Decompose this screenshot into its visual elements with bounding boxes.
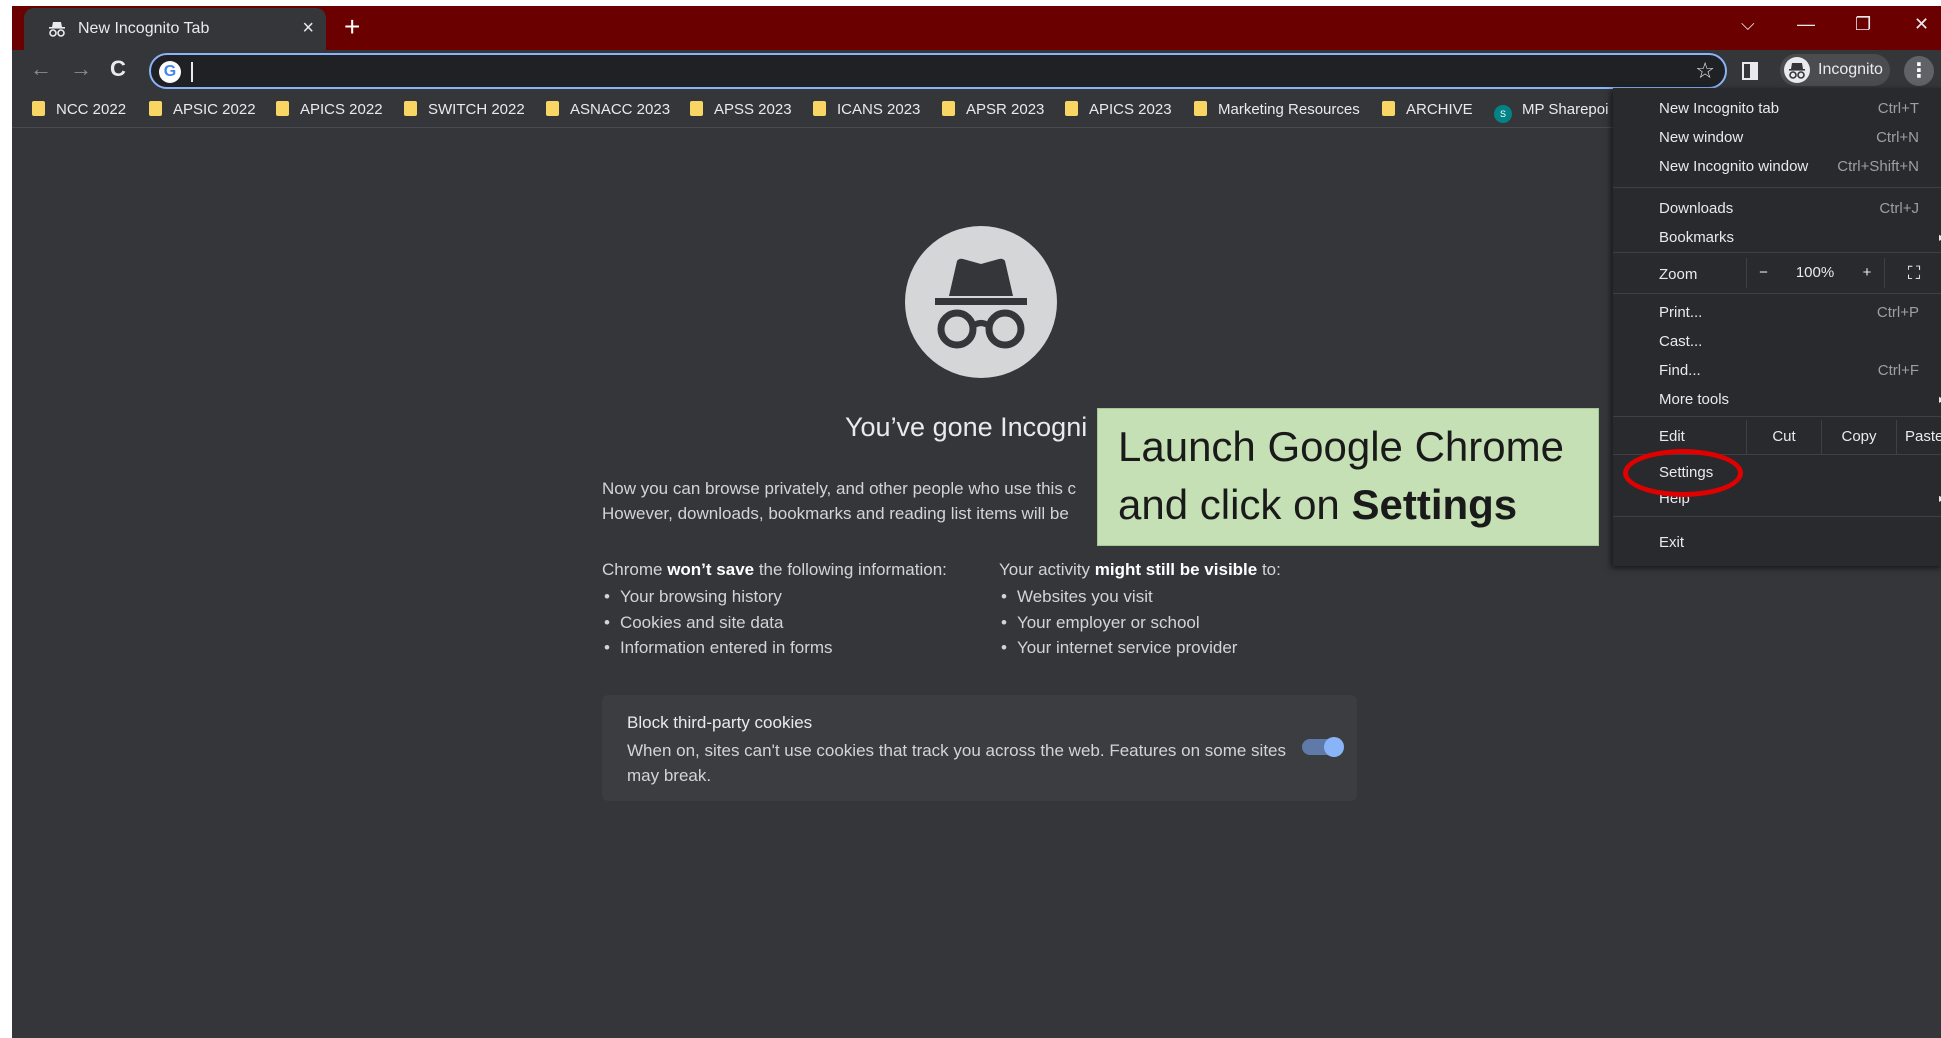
menu-separator bbox=[1613, 252, 1941, 253]
zoom-out-button[interactable]: − bbox=[1746, 258, 1780, 288]
folder-icon bbox=[149, 101, 162, 116]
fullscreen-icon[interactable]: ⛶ bbox=[1884, 258, 1941, 288]
folder-icon bbox=[690, 101, 703, 116]
reload-icon[interactable]: C bbox=[110, 56, 126, 82]
folder-icon bbox=[32, 101, 45, 116]
menu-separator bbox=[1613, 416, 1941, 417]
forward-arrow-icon[interactable]: → bbox=[70, 56, 92, 82]
text-caret bbox=[191, 62, 193, 82]
callout-line-1: Launch Google Chrome bbox=[1118, 423, 1564, 470]
bookmark-item[interactable]: APSS 2023 bbox=[690, 101, 792, 118]
tab-search-icon[interactable]: ⌵ bbox=[1741, 14, 1755, 35]
list-item: Websites you visit bbox=[999, 587, 1237, 613]
close-window-icon[interactable]: ✕ bbox=[1914, 14, 1929, 35]
address-bar[interactable]: G ☆ bbox=[149, 53, 1727, 89]
cookies-title: Block third-party cookies bbox=[627, 713, 813, 732]
folder-icon bbox=[813, 101, 826, 116]
sharepoint-icon: S bbox=[1494, 105, 1512, 123]
bookmark-star-icon[interactable]: ☆ bbox=[1695, 58, 1715, 84]
bookmark-item[interactable]: SWITCH 2022 bbox=[404, 101, 525, 118]
toolbar: ← → C G ☆ Incognito ⋮ bbox=[12, 50, 1941, 92]
tab-title: New Incognito Tab bbox=[78, 20, 210, 37]
bookmark-item[interactable]: ARCHIVE bbox=[1382, 101, 1473, 118]
copy-button[interactable]: Copy bbox=[1821, 420, 1896, 454]
side-panel-icon[interactable] bbox=[1742, 62, 1758, 80]
tab-close-icon[interactable]: × bbox=[302, 17, 314, 40]
paste-button[interactable]: Paste bbox=[1896, 420, 1941, 454]
list-item: Your internet service provider bbox=[999, 638, 1238, 664]
bookmark-item[interactable]: APICS 2023 bbox=[1065, 101, 1172, 118]
menu-separator bbox=[1613, 187, 1941, 188]
folder-icon bbox=[1194, 101, 1207, 116]
instruction-callout: Launch Google Chrome and click on Settin… bbox=[1097, 408, 1599, 546]
block-cookies-toggle[interactable] bbox=[1302, 737, 1344, 757]
list-item: Cookies and site data bbox=[602, 613, 833, 639]
screenshot-stage: New Incognito Tab × + ⌵ — ❐ ✕ ← → C G ☆ bbox=[0, 0, 1941, 1038]
zoom-in-button[interactable]: + bbox=[1850, 258, 1884, 288]
menu-separator bbox=[1613, 293, 1941, 294]
toggle-knob bbox=[1324, 737, 1344, 757]
incognito-hero-icon bbox=[905, 226, 1057, 378]
profile-label: Incognito bbox=[1818, 61, 1883, 78]
bookmark-item[interactable]: APSR 2023 bbox=[942, 101, 1044, 118]
bookmark-item[interactable]: NCC 2022 bbox=[32, 101, 126, 118]
bookmark-item[interactable]: S MP Sharepoi bbox=[1494, 101, 1608, 123]
incognito-icon bbox=[49, 22, 65, 37]
folder-icon bbox=[1065, 101, 1078, 116]
cut-button[interactable]: Cut bbox=[1746, 420, 1821, 454]
page-title: You’ve gone Incogni bbox=[845, 412, 1088, 442]
minimize-icon[interactable]: — bbox=[1797, 14, 1815, 35]
settings-highlight-circle bbox=[1623, 449, 1743, 497]
list-item: Your employer or school bbox=[999, 613, 1237, 639]
bookmark-item[interactable]: Marketing Resources bbox=[1194, 101, 1360, 118]
folder-icon bbox=[942, 101, 955, 116]
folder-icon bbox=[1382, 101, 1395, 116]
still-visible-heading: Your activity might still be visible to: bbox=[999, 560, 1281, 579]
menu-separator bbox=[1613, 516, 1941, 517]
google-logo-icon: G bbox=[159, 61, 181, 83]
restore-icon[interactable]: ❐ bbox=[1855, 14, 1871, 35]
tab-new-incognito[interactable]: New Incognito Tab × bbox=[24, 8, 326, 50]
incognito-avatar-icon bbox=[1784, 57, 1810, 83]
new-tab-button[interactable]: + bbox=[344, 12, 360, 42]
chrome-menu-button[interactable]: ⋮ bbox=[1904, 56, 1934, 86]
zoom-level: 100% bbox=[1795, 264, 1835, 281]
wont-save-heading: Chrome won’t save the following informat… bbox=[602, 560, 947, 579]
bookmark-item[interactable]: APSIC 2022 bbox=[149, 101, 256, 118]
intro-text-line-2: However, downloads, bookmarks and readin… bbox=[602, 504, 1069, 523]
bookmark-item[interactable]: ASNACC 2023 bbox=[546, 101, 670, 118]
callout-line-2: and click on Settings bbox=[1118, 481, 1518, 528]
bookmark-item[interactable]: ICANS 2023 bbox=[813, 101, 920, 118]
back-arrow-icon[interactable]: ← bbox=[30, 56, 52, 82]
bookmark-item[interactable]: APICS 2022 bbox=[276, 101, 383, 118]
folder-icon bbox=[404, 101, 417, 116]
wont-save-list: Your browsing history Cookies and site d… bbox=[602, 587, 833, 664]
incognito-profile-button[interactable]: Incognito bbox=[1780, 54, 1890, 86]
cookies-description: When on, sites can't use cookies that tr… bbox=[627, 741, 1287, 785]
third-party-cookies-card: Block third-party cookies When on, sites… bbox=[602, 695, 1357, 801]
intro-text-line-1: Now you can browse privately, and other … bbox=[602, 479, 1077, 498]
folder-icon bbox=[546, 101, 559, 116]
title-bar: New Incognito Tab × + ⌵ — ❐ ✕ bbox=[12, 6, 1941, 50]
folder-icon bbox=[276, 101, 289, 116]
still-visible-list: Websites you visit Your employer or scho… bbox=[999, 587, 1238, 664]
list-item: Your browsing history bbox=[602, 587, 833, 613]
list-item: Information entered in forms bbox=[602, 638, 833, 664]
